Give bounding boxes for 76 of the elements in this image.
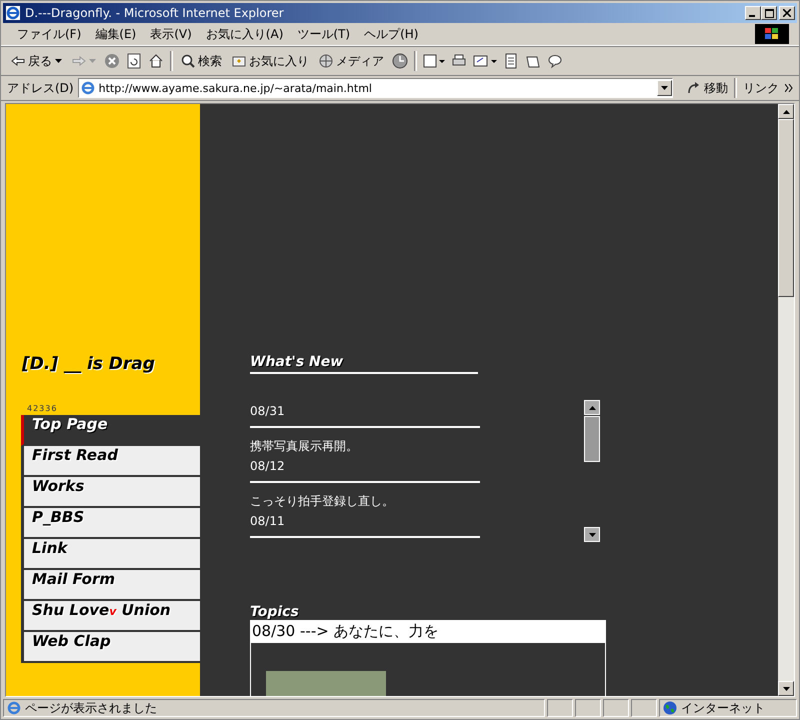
nav-link[interactable]: Web Clap bbox=[21, 632, 200, 663]
search-icon bbox=[181, 54, 195, 68]
favorites-button[interactable]: お気に入り bbox=[230, 52, 311, 70]
section-heading: Topics bbox=[250, 604, 300, 620]
stop-icon[interactable] bbox=[104, 53, 120, 69]
caret-icon bbox=[661, 86, 668, 90]
refresh-icon[interactable] bbox=[126, 53, 142, 69]
dropdown-button[interactable] bbox=[657, 80, 672, 96]
browser-logo-icon bbox=[5, 5, 21, 21]
scroll-up-button[interactable] bbox=[584, 400, 600, 415]
menu-item[interactable]: ツール(T) bbox=[291, 26, 356, 42]
menu-item[interactable]: ヘルプ(H) bbox=[358, 26, 424, 42]
nav-link[interactable]: Shu Lovev Union bbox=[21, 601, 200, 632]
document-icon[interactable] bbox=[503, 53, 519, 69]
window-title: D.---Dragonfly. - Microsoft Internet Explorer bbox=[25, 6, 285, 20]
close-button[interactable] bbox=[779, 6, 795, 20]
news-date: 08/11 bbox=[250, 510, 480, 538]
nav-link[interactable]: Link bbox=[21, 539, 200, 570]
scroll-thumb[interactable] bbox=[778, 119, 794, 297]
nav-link[interactable]: Works bbox=[21, 477, 200, 508]
address-label: アドレス(D) bbox=[7, 80, 74, 96]
edit-icon[interactable] bbox=[473, 53, 497, 69]
down-arrow-icon bbox=[588, 532, 596, 536]
scrollbar-track[interactable] bbox=[778, 104, 794, 696]
down-arrow-icon bbox=[782, 686, 790, 690]
nav-link[interactable]: Mail Form bbox=[21, 570, 200, 601]
nav-link[interactable]: Top Page bbox=[21, 415, 200, 446]
status-panel bbox=[631, 699, 657, 717]
chat-bubble-icon[interactable] bbox=[547, 53, 563, 69]
home-icon[interactable] bbox=[148, 53, 164, 69]
menu-item[interactable]: 編集(E) bbox=[89, 26, 142, 42]
scroll-down-button[interactable] bbox=[778, 681, 794, 696]
caret-icon bbox=[89, 59, 96, 63]
nav-link[interactable]: First Read bbox=[21, 446, 200, 477]
up-arrow-icon bbox=[782, 110, 790, 114]
status-panel bbox=[603, 699, 629, 717]
news-date: 08/12 bbox=[250, 455, 480, 483]
scroll-up-button[interactable] bbox=[778, 104, 794, 119]
status-panel bbox=[547, 699, 573, 717]
chevron-icon[interactable] bbox=[785, 84, 793, 92]
minimize-button[interactable] bbox=[745, 6, 761, 20]
close-icon bbox=[783, 9, 791, 17]
folder-icon bbox=[232, 55, 246, 67]
status-text: ページが表示されました bbox=[25, 700, 157, 716]
zone-text: インターネット bbox=[681, 700, 765, 716]
menu-item[interactable]: ファイル(F) bbox=[11, 26, 88, 42]
news-text: こっそり拍手登録し直し。 bbox=[250, 493, 395, 510]
scroll-thumb[interactable] bbox=[584, 416, 600, 462]
history-icon[interactable] bbox=[392, 53, 408, 69]
news-text: 携帯写真展示再開。 bbox=[250, 438, 359, 455]
address-field[interactable]: http://www.ayame.sakura.ne.jp/~arata/main.html bbox=[78, 78, 673, 98]
status-panel bbox=[575, 699, 601, 717]
visit-counter: 42336 bbox=[26, 403, 58, 413]
globe-icon bbox=[663, 701, 677, 715]
windows-logo-icon bbox=[755, 24, 789, 44]
right-arrow-icon bbox=[72, 56, 86, 66]
news-date: 08/31 bbox=[250, 400, 480, 428]
scroll-down-button[interactable] bbox=[584, 527, 600, 542]
section-heading: What's New bbox=[250, 354, 478, 374]
menu-item[interactable]: お気に入り(A) bbox=[200, 26, 290, 42]
search-button[interactable]: 検索 bbox=[179, 52, 224, 70]
topic-title: 08/30 ---> あなたに、力を bbox=[250, 620, 606, 643]
links-button[interactable]: リンク bbox=[741, 80, 781, 96]
globe-icon bbox=[319, 54, 333, 68]
up-arrow-icon bbox=[588, 406, 596, 410]
curved-arrow-icon bbox=[687, 82, 701, 94]
go-button[interactable]: 移動 bbox=[685, 80, 730, 96]
caret-icon bbox=[55, 59, 62, 63]
back-button[interactable]: 戻る bbox=[9, 52, 64, 70]
site-title: [D.] __ is Drag bbox=[21, 354, 156, 374]
nav-link[interactable]: P_BBS bbox=[21, 508, 200, 539]
maximize-button[interactable] bbox=[761, 6, 777, 20]
menu-item[interactable]: 表示(V) bbox=[144, 26, 198, 42]
left-arrow-icon bbox=[11, 56, 25, 66]
media-button[interactable]: メディア bbox=[317, 52, 386, 70]
maximize-icon bbox=[764, 8, 774, 18]
